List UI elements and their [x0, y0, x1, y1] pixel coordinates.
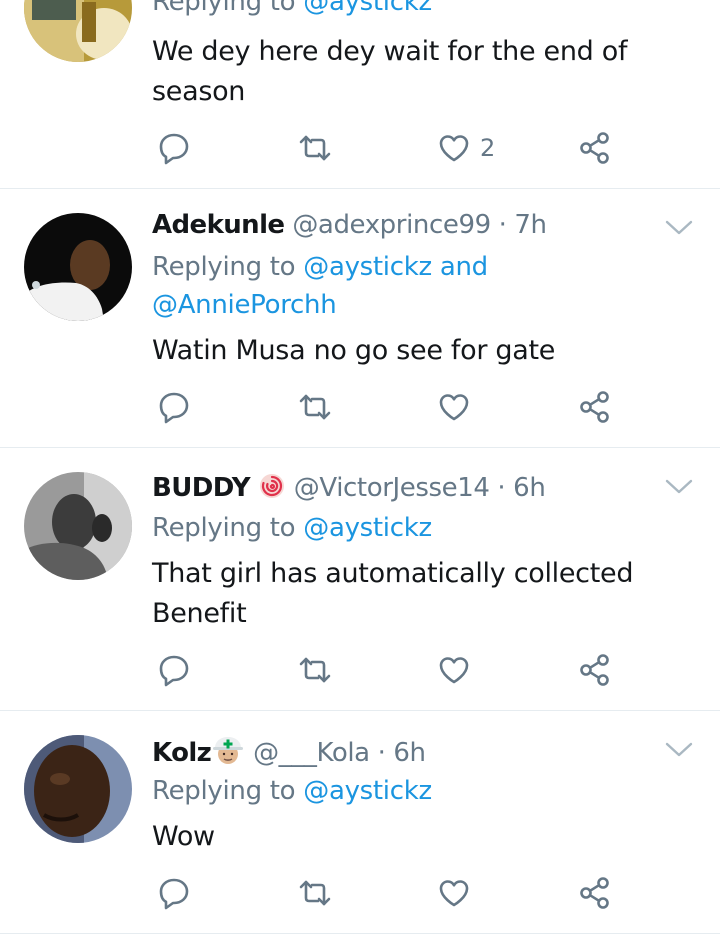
display-name[interactable]: Adekunle	[152, 210, 285, 240]
chevron-down-icon[interactable]	[664, 739, 694, 759]
avatar[interactable]	[24, 213, 132, 321]
cyclone-emoji	[259, 474, 284, 498]
chevron-down-icon[interactable]	[664, 217, 694, 237]
reply-icon	[159, 655, 189, 687]
user-handle[interactable]: @VictorJesse14	[294, 473, 490, 503]
chevron-down-icon[interactable]	[664, 476, 694, 496]
tweet-2[interactable]: BUDDY @VictorJesse14 · 6h Replying to @a…	[0, 448, 720, 710]
reply-context: Replying to @aystickz	[152, 776, 432, 806]
like-button[interactable]	[438, 652, 470, 688]
user-handle[interactable]: @___Kola	[253, 738, 370, 768]
heart-icon	[439, 135, 469, 162]
share-button[interactable]	[579, 389, 611, 425]
tweet-3[interactable]: Kolz @___Kola · 6h Replying to @aystickz…	[0, 711, 720, 933]
retweet-icon	[299, 394, 331, 420]
retweet-icon	[299, 880, 331, 906]
tweet-text: That girl has automatically collected Be…	[152, 558, 634, 629]
tweet-header: Adekunle @adexprince99 · 7h	[152, 209, 547, 241]
reply-icon	[159, 133, 189, 165]
heart-icon	[439, 880, 469, 907]
share-icon	[580, 132, 609, 164]
share-button[interactable]	[579, 652, 611, 688]
separator-dot: ·	[498, 210, 507, 240]
retweet-button[interactable]	[297, 389, 333, 425]
reply-button[interactable]	[157, 389, 191, 425]
avatar[interactable]	[24, 0, 132, 62]
tweet-1[interactable]: Adekunle @adexprince99 · 7h Replying to …	[0, 189, 720, 447]
mention-link[interactable]: @aystickz	[303, 776, 432, 806]
retweet-icon	[299, 657, 331, 683]
mention-link[interactable]: @aystickz	[303, 252, 432, 282]
reply-icon	[159, 878, 189, 910]
heart-icon	[439, 394, 469, 421]
like-count: 2	[480, 134, 496, 162]
tweet-0[interactable]: Replying to @aystickz We dey here dey wa…	[0, 0, 720, 188]
tweet-actions	[155, 652, 635, 688]
share-button[interactable]	[579, 875, 611, 911]
tweet-text: We dey here dey wait for the end of seas…	[152, 36, 628, 107]
tweet-actions: 2	[155, 130, 635, 166]
avatar[interactable]	[24, 472, 132, 580]
tweet-text: Wow	[152, 821, 215, 852]
rescue-worker-helmet-emoji	[213, 737, 244, 764]
timestamp[interactable]: 6h	[513, 473, 546, 503]
user-handle[interactable]: @adexprince99	[292, 210, 491, 240]
mention-joiner: and	[439, 252, 488, 282]
tweet-actions	[155, 389, 635, 425]
reply-context: Replying to @aystickz and	[152, 252, 488, 282]
tweet-header: Kolz @___Kola · 6h	[152, 735, 426, 768]
retweet-icon	[299, 135, 331, 161]
separator-dot: ·	[497, 473, 506, 503]
reply-icon	[159, 392, 189, 424]
like-button[interactable]	[438, 875, 470, 911]
share-icon	[580, 654, 609, 686]
mention-link[interactable]: @aystickz	[303, 513, 432, 543]
display-name[interactable]: BUDDY	[152, 473, 251, 503]
heart-icon	[439, 657, 469, 684]
mention-link[interactable]: @AnniePorchh	[152, 290, 337, 320]
share-icon	[580, 391, 609, 423]
reply-button[interactable]	[157, 652, 191, 688]
mention-link[interactable]: @aystickz	[303, 0, 432, 17]
reply-context: Replying to @aystickz	[152, 0, 432, 22]
reply-context-continued: @AnniePorchh	[152, 285, 337, 325]
timestamp[interactable]: 6h	[393, 738, 426, 768]
tweet-actions	[155, 875, 635, 911]
like-button[interactable]	[438, 389, 470, 425]
reply-context: Replying to @aystickz	[152, 513, 432, 543]
avatar[interactable]	[24, 735, 132, 843]
display-name[interactable]: Kolz	[152, 738, 212, 768]
tweet-header: BUDDY @VictorJesse14 · 6h	[152, 472, 546, 504]
retweet-button[interactable]	[297, 875, 333, 911]
retweet-button[interactable]	[297, 652, 333, 688]
reply-button[interactable]	[157, 875, 191, 911]
share-icon	[580, 877, 609, 909]
separator-dot: ·	[377, 738, 386, 768]
timestamp[interactable]: 7h	[514, 210, 547, 240]
reply-button[interactable]	[157, 130, 191, 166]
tweet-text: Watin Musa no go see for gate	[152, 335, 556, 366]
share-button[interactable]	[579, 130, 611, 166]
divider	[0, 933, 720, 934]
retweet-button[interactable]	[297, 130, 333, 166]
like-button[interactable]: 2	[438, 130, 495, 166]
